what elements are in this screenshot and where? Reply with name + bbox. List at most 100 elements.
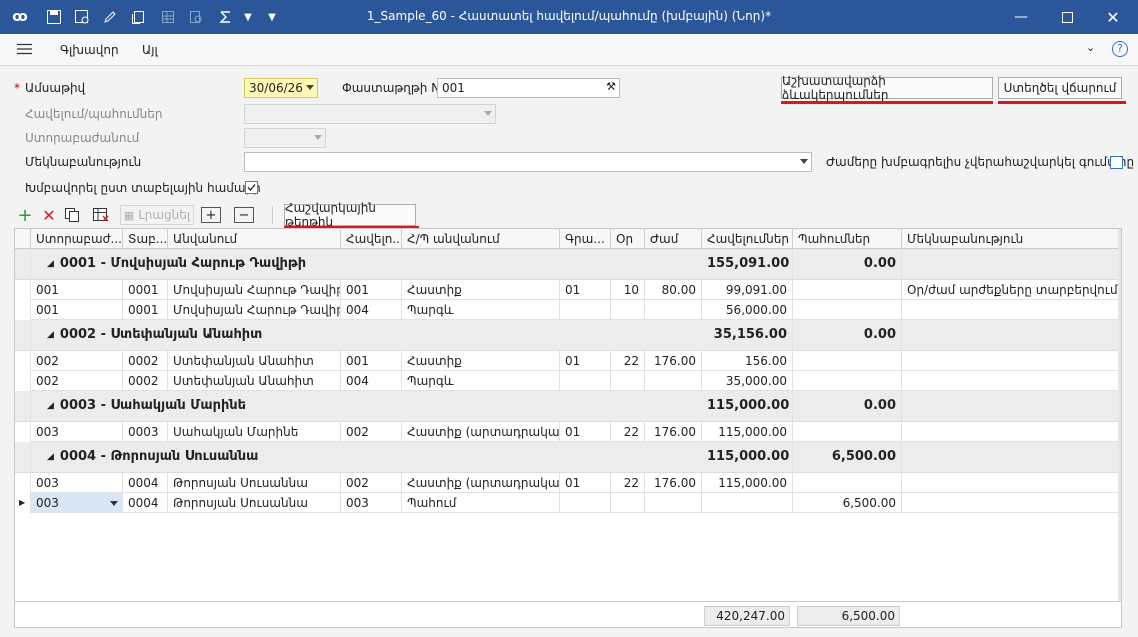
collapse-group-icon[interactable]: ◢: [47, 401, 54, 411]
cell-tab[interactable]: 0002: [123, 371, 168, 391]
table-row[interactable]: 003 0004 Թորոսյան Սուսաննա 002 Հաստիք (արտադ…: [15, 473, 1121, 493]
cell-addition-code[interactable]: 004: [341, 300, 402, 320]
cell-name[interactable]: Ստեփանյան Անահիտ: [168, 351, 341, 371]
cell-tab[interactable]: 0004: [123, 473, 168, 493]
hours-checkbox[interactable]: [1110, 156, 1123, 169]
column-header-group[interactable]: Գրա...: [560, 229, 611, 249]
comment-field[interactable]: [244, 152, 812, 172]
cell-days[interactable]: [611, 300, 645, 320]
group-row[interactable]: ◢ 0001 - Մովսիսյան Հարութ Դավիթի 155,091.0…: [15, 249, 1121, 280]
cell-days[interactable]: 10: [611, 280, 645, 300]
cell-hours[interactable]: [645, 371, 702, 391]
cell-hours[interactable]: 176.00: [645, 422, 702, 442]
menu-other[interactable]: Այլ: [142, 43, 158, 57]
create-payment-button[interactable]: Ստեղծել վճարում: [998, 77, 1122, 99]
chevron-down-icon[interactable]: ⌄: [1086, 41, 1095, 54]
cell-days[interactable]: [611, 371, 645, 391]
cell-name[interactable]: Թորոսյան Սուսաննա: [168, 473, 341, 493]
cell-subdivision[interactable]: 003: [31, 422, 123, 442]
cell-days[interactable]: 22: [611, 473, 645, 493]
cell-hours[interactable]: [645, 300, 702, 320]
cell-subdivision[interactable]: 001: [31, 300, 123, 320]
table-row[interactable]: 001 0001 Մովսիսյան Հարութ Դավիթի 004 Պարգև 56…: [15, 300, 1121, 320]
cell-deductions[interactable]: [793, 422, 902, 442]
dropdown-arrow-icon[interactable]: ▼: [238, 7, 258, 27]
cell-group[interactable]: 01: [560, 280, 611, 300]
cell-deductions[interactable]: 6,500.00: [793, 493, 902, 513]
cell-addition-name[interactable]: Պարգև: [402, 371, 560, 391]
cell-addition-name[interactable]: Պահում: [402, 493, 560, 513]
cell-comment[interactable]: [902, 473, 1121, 493]
work-shifts-button[interactable]: Աշխատավարձի ձևակերպումներ: [781, 74, 993, 102]
cell-group[interactable]: 01: [560, 351, 611, 371]
column-header-additions[interactable]: Հավելումներ: [702, 229, 793, 249]
maximize-button[interactable]: [1044, 0, 1090, 34]
cell-subdivision[interactable]: 003: [31, 473, 123, 493]
collapse-group-icon[interactable]: ◢: [47, 330, 54, 340]
cell-days[interactable]: [611, 493, 645, 513]
cell-addition-code[interactable]: 004: [341, 371, 402, 391]
cell-days[interactable]: 22: [611, 351, 645, 371]
table-row[interactable]: ▶ 003 0004 Թորոսյան Սուսաննա 003 Պահում 6,500.…: [15, 493, 1121, 513]
cell-additions[interactable]: 35,000.00: [702, 371, 793, 391]
collapse-all-icon[interactable]: −: [234, 207, 254, 223]
expand-all-icon[interactable]: +: [201, 207, 221, 223]
cell-comment[interactable]: [902, 371, 1121, 391]
date-field[interactable]: 30/06/26: [244, 78, 318, 98]
cell-name[interactable]: Ստեփանյան Անահիտ: [168, 371, 341, 391]
clear-table-icon[interactable]: [90, 205, 112, 225]
cell-addition-name[interactable]: Հաստիք: [402, 351, 560, 371]
cell-addition-code[interactable]: 002: [341, 473, 402, 493]
copy-doc-icon[interactable]: [128, 7, 148, 27]
minimize-button[interactable]: —: [998, 0, 1044, 34]
cell-comment[interactable]: [902, 300, 1121, 320]
cell-addition-code[interactable]: 001: [341, 351, 402, 371]
column-header-comment[interactable]: Մեկնաբանություն: [902, 229, 1121, 249]
column-header-subdivision[interactable]: Ստորաբաժ...: [31, 229, 123, 249]
cell-deductions[interactable]: [793, 280, 902, 300]
cell-subdivision[interactable]: 002: [31, 371, 123, 391]
column-header-addition-code[interactable]: Հավելո...: [341, 229, 402, 249]
cell-name[interactable]: Սահակյան Մարինե: [168, 422, 341, 442]
column-header-days[interactable]: Օր: [611, 229, 645, 249]
column-header-addition-name[interactable]: Հ/Պ անվանում: [402, 229, 560, 249]
cell-addition-name[interactable]: Հաստիք (արտադրական): [402, 473, 560, 493]
help-icon[interactable]: ?: [1112, 41, 1128, 57]
scrollbar[interactable]: [1118, 229, 1121, 601]
group-row[interactable]: ◢ 0004 - Թորոսյան Սուսաննա 115,000.00 6,500…: [15, 442, 1121, 473]
cell-name[interactable]: Թորոսյան Սուսաննա: [168, 493, 341, 513]
cell-addition-code[interactable]: 003: [341, 493, 402, 513]
chevron-down-icon[interactable]: [800, 159, 808, 164]
chevron-down-icon[interactable]: [110, 501, 118, 506]
cell-deductions[interactable]: [793, 371, 902, 391]
cell-group[interactable]: [560, 371, 611, 391]
cell-addition-code[interactable]: 001: [341, 280, 402, 300]
chevron-down-icon[interactable]: [306, 85, 314, 90]
column-header-name[interactable]: Անվանում: [168, 229, 341, 249]
table-row[interactable]: 002 0002 Ստեփանյան Անահիտ 001 Հաստիք 01 22 176.…: [15, 351, 1121, 371]
group-row[interactable]: ◢ 0003 - Սահակյան Մարինե 115,000.00 0.00: [15, 391, 1121, 422]
cell-additions[interactable]: 56,000.00: [702, 300, 793, 320]
cell-group[interactable]: [560, 493, 611, 513]
cell-subdivision[interactable]: 002: [31, 351, 123, 371]
calc-sheet-button[interactable]: Հաշվարկային թերթիկ: [284, 201, 416, 229]
wand-icon[interactable]: ⚒: [606, 80, 616, 93]
cell-group[interactable]: 01: [560, 473, 611, 493]
group-row[interactable]: ◢ 0002 - Ստեփանյան Անահիտ 35,156.00 0.00: [15, 320, 1121, 351]
cell-hours[interactable]: [645, 493, 702, 513]
delete-row-icon[interactable]: ✕: [40, 205, 58, 225]
cell-comment[interactable]: [902, 351, 1121, 371]
edit-icon[interactable]: [100, 7, 120, 27]
cell-tab[interactable]: 0004: [123, 493, 168, 513]
column-header-hours[interactable]: Ժամ: [645, 229, 702, 249]
doc-number-field[interactable]: 001 ⚒: [437, 78, 620, 98]
collapse-group-icon[interactable]: ◢: [47, 259, 54, 269]
cell-hours[interactable]: 80.00: [645, 280, 702, 300]
add-row-icon[interactable]: +: [16, 205, 34, 226]
table-row[interactable]: 002 0002 Ստեփանյան Անահիտ 004 Պարգև 35,000.00: [15, 371, 1121, 391]
cell-deductions[interactable]: [793, 473, 902, 493]
cell-comment[interactable]: [902, 493, 1121, 513]
cell-tab[interactable]: 0003: [123, 422, 168, 442]
save-icon[interactable]: [44, 7, 64, 27]
menu-main[interactable]: Գլխավոր: [60, 43, 119, 57]
